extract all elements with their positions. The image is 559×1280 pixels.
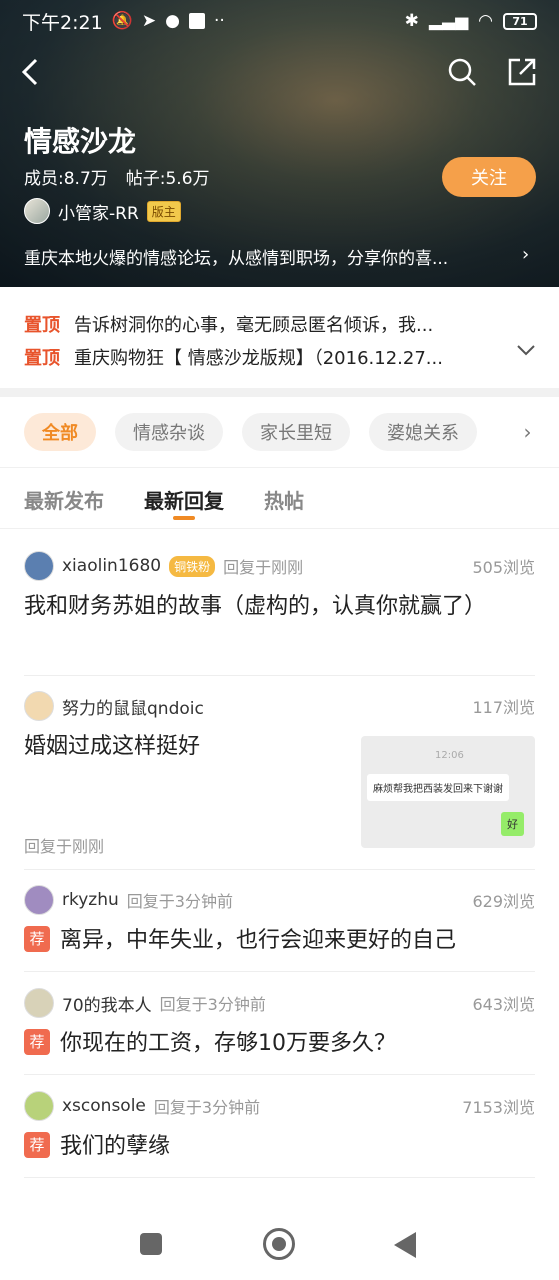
username[interactable]: xiaolin1680 xyxy=(62,556,161,576)
back-button[interactable] xyxy=(18,56,46,88)
status-bar: 下午2:21 🔕 ➤ ● ·· ✱ ▂▃▅ ◠ 71 xyxy=(0,0,559,42)
moderator-name: 小管家-RR xyxy=(58,203,139,224)
username[interactable]: 70的我本人 xyxy=(62,991,152,1016)
post-item[interactable]: 70的我本人 回复于3分钟前 643浏览 荐你现在的工资，存够10万要多久？ xyxy=(24,987,535,1075)
category-all[interactable]: 全部 xyxy=(24,413,96,451)
system-nav-bar xyxy=(0,1207,559,1280)
bluetooth-icon: ✱ xyxy=(404,10,419,31)
forum-stats: 成员:8.7万 帖子:5.6万 xyxy=(24,164,210,189)
tab-latest-replies[interactable]: 最新回复 xyxy=(144,468,224,528)
forum-title: 情感沙龙 xyxy=(24,125,137,158)
forum-description[interactable]: 重庆本地火爆的情感论坛，从感情到职场，分享你的喜... xyxy=(24,244,534,269)
post-title-row[interactable]: 荐我们的孽缘 xyxy=(24,1130,535,1164)
post-title: 离异，中年失业，也行会迎来更好的自己 xyxy=(60,928,457,953)
recommended-tag: 荐 xyxy=(24,926,50,952)
thumbnail-message: 麻烦帮我把西装发回来下谢谢 xyxy=(367,774,509,801)
forum-header: 下午2:21 🔕 ➤ ● ·· ✱ ▂▃▅ ◠ 71 情感沙龙 成员:8.7万 … xyxy=(0,0,559,287)
post-title: 你现在的工资，存够10万要多久？ xyxy=(60,1031,396,1056)
avatar[interactable] xyxy=(24,691,54,721)
post-title[interactable]: 我和财务苏姐的故事（虚构的，认真你就赢了） xyxy=(24,590,535,624)
pinned-tag: 置顶 xyxy=(24,347,60,369)
reply-time: 回复于刚刚 xyxy=(24,837,105,856)
chat-icon: ● xyxy=(165,10,180,31)
telegram-icon: ➤ xyxy=(141,10,157,31)
username[interactable]: xsconsole xyxy=(62,1096,146,1116)
thumbnail-time: 12:06 xyxy=(435,750,464,761)
pinned-posts: 置顶 告诉树洞你的心事，毫无顾忌匿名倾诉，我... 置顶 重庆购物狂【 情感沙龙… xyxy=(0,287,559,388)
username[interactable]: rkyzhu xyxy=(62,890,119,910)
category-in-laws[interactable]: 婆媳关系 xyxy=(369,413,477,451)
tab-hot-posts[interactable]: 热帖 xyxy=(264,468,304,528)
post-item[interactable]: xiaolin1680 铜铁粉 回复于刚刚 505浏览 我和财务苏姐的故事（虚构… xyxy=(24,550,535,676)
reply-time: 回复于刚刚 xyxy=(223,558,304,577)
more-notifications-icon: ·· xyxy=(213,10,225,31)
pinned-text: 告诉树洞你的心事，毫无顾忌匿名倾诉，我... xyxy=(74,314,434,336)
notification-square-icon xyxy=(188,13,205,29)
follow-button[interactable]: 关注 xyxy=(442,157,536,197)
wifi-icon: ◠ xyxy=(478,10,493,31)
post-item[interactable]: xsconsole 回复于3分钟前 7153浏览 荐我们的孽缘 xyxy=(24,1090,535,1178)
reply-time: 回复于3分钟前 xyxy=(159,995,266,1014)
mute-icon: 🔕 xyxy=(111,10,133,31)
avatar[interactable] xyxy=(24,885,54,915)
username[interactable]: 努力的鼠鼠qndoic xyxy=(62,694,204,719)
share-button[interactable] xyxy=(506,56,538,88)
avatar[interactable] xyxy=(24,988,54,1018)
moderator[interactable]: 小管家-RR 版主 xyxy=(24,198,181,224)
search-button[interactable] xyxy=(446,56,478,88)
post-count: 帖子:5.6万 xyxy=(125,169,210,189)
chevron-down-icon[interactable] xyxy=(516,341,536,362)
avatar[interactable] xyxy=(24,551,54,581)
tab-latest-posts[interactable]: 最新发布 xyxy=(24,468,104,528)
moderator-avatar xyxy=(24,198,50,224)
sort-tabs: 最新发布 最新回复 热帖 xyxy=(0,467,559,529)
category-family[interactable]: 家长里短 xyxy=(242,413,350,451)
recents-icon[interactable] xyxy=(140,1233,162,1255)
reply-time: 回复于3分钟前 xyxy=(126,892,233,911)
post-title-row[interactable]: 荐你现在的工资，存够10万要多久？ xyxy=(24,1027,535,1061)
recommended-tag: 荐 xyxy=(24,1029,50,1055)
thumbnail-reply: 好 xyxy=(501,812,524,836)
category-emotion[interactable]: 情感杂谈 xyxy=(115,413,223,451)
share-icon xyxy=(508,58,536,86)
pinned-item[interactable]: 置顶 告诉树洞你的心事，毫无顾忌匿名倾诉，我... xyxy=(24,307,535,340)
moderator-badge: 版主 xyxy=(146,200,181,222)
post-title: 我们的孽缘 xyxy=(60,1134,171,1159)
view-count: 643浏览 xyxy=(472,995,535,1014)
home-icon[interactable] xyxy=(263,1228,295,1260)
pinned-text: 重庆购物狂【 情感沙龙版规】（2016.12.27... xyxy=(74,347,443,369)
view-count: 117浏览 xyxy=(472,698,535,717)
post-item[interactable]: 努力的鼠鼠qndoic 117浏览 婚姻过成这样挺好 12:06 麻烦帮我把西装… xyxy=(24,690,535,870)
back-arrow-icon xyxy=(21,58,38,86)
signal-icon: ▂▃▅ xyxy=(428,10,469,31)
pinned-tag: 置顶 xyxy=(24,314,60,336)
search-icon xyxy=(448,58,476,86)
back-triangle-icon[interactable] xyxy=(394,1232,416,1258)
chevron-right-icon[interactable]: › xyxy=(496,397,559,467)
post-title-row[interactable]: 荐离异，中年失业，也行会迎来更好的自己 xyxy=(24,924,535,958)
recommended-tag: 荐 xyxy=(24,1132,50,1158)
battery-icon: 71 xyxy=(503,12,537,30)
post-thumbnail[interactable]: 12:06 麻烦帮我把西装发回来下谢谢 好 xyxy=(361,736,535,848)
pinned-item[interactable]: 置顶 重庆购物狂【 情感沙龙版规】（2016.12.27... xyxy=(24,340,535,373)
view-count: 629浏览 xyxy=(472,892,535,911)
view-count: 7153浏览 xyxy=(462,1098,535,1117)
avatar[interactable] xyxy=(24,1091,54,1121)
fan-badge: 铜铁粉 xyxy=(169,555,216,577)
category-tabs: 全部 情感杂谈 家长里短 婆媳关系 xyxy=(0,397,559,467)
reply-time: 回复于3分钟前 xyxy=(153,1098,261,1117)
member-count: 成员:8.7万 xyxy=(24,169,108,189)
post-item[interactable]: rkyzhu 回复于3分钟前 629浏览 荐离异，中年失业，也行会迎来更好的自己 xyxy=(24,884,535,972)
chevron-right-icon[interactable]: › xyxy=(522,244,529,265)
section-divider xyxy=(0,388,559,397)
status-time: 下午2:21 xyxy=(22,11,103,34)
view-count: 505浏览 xyxy=(472,558,535,577)
